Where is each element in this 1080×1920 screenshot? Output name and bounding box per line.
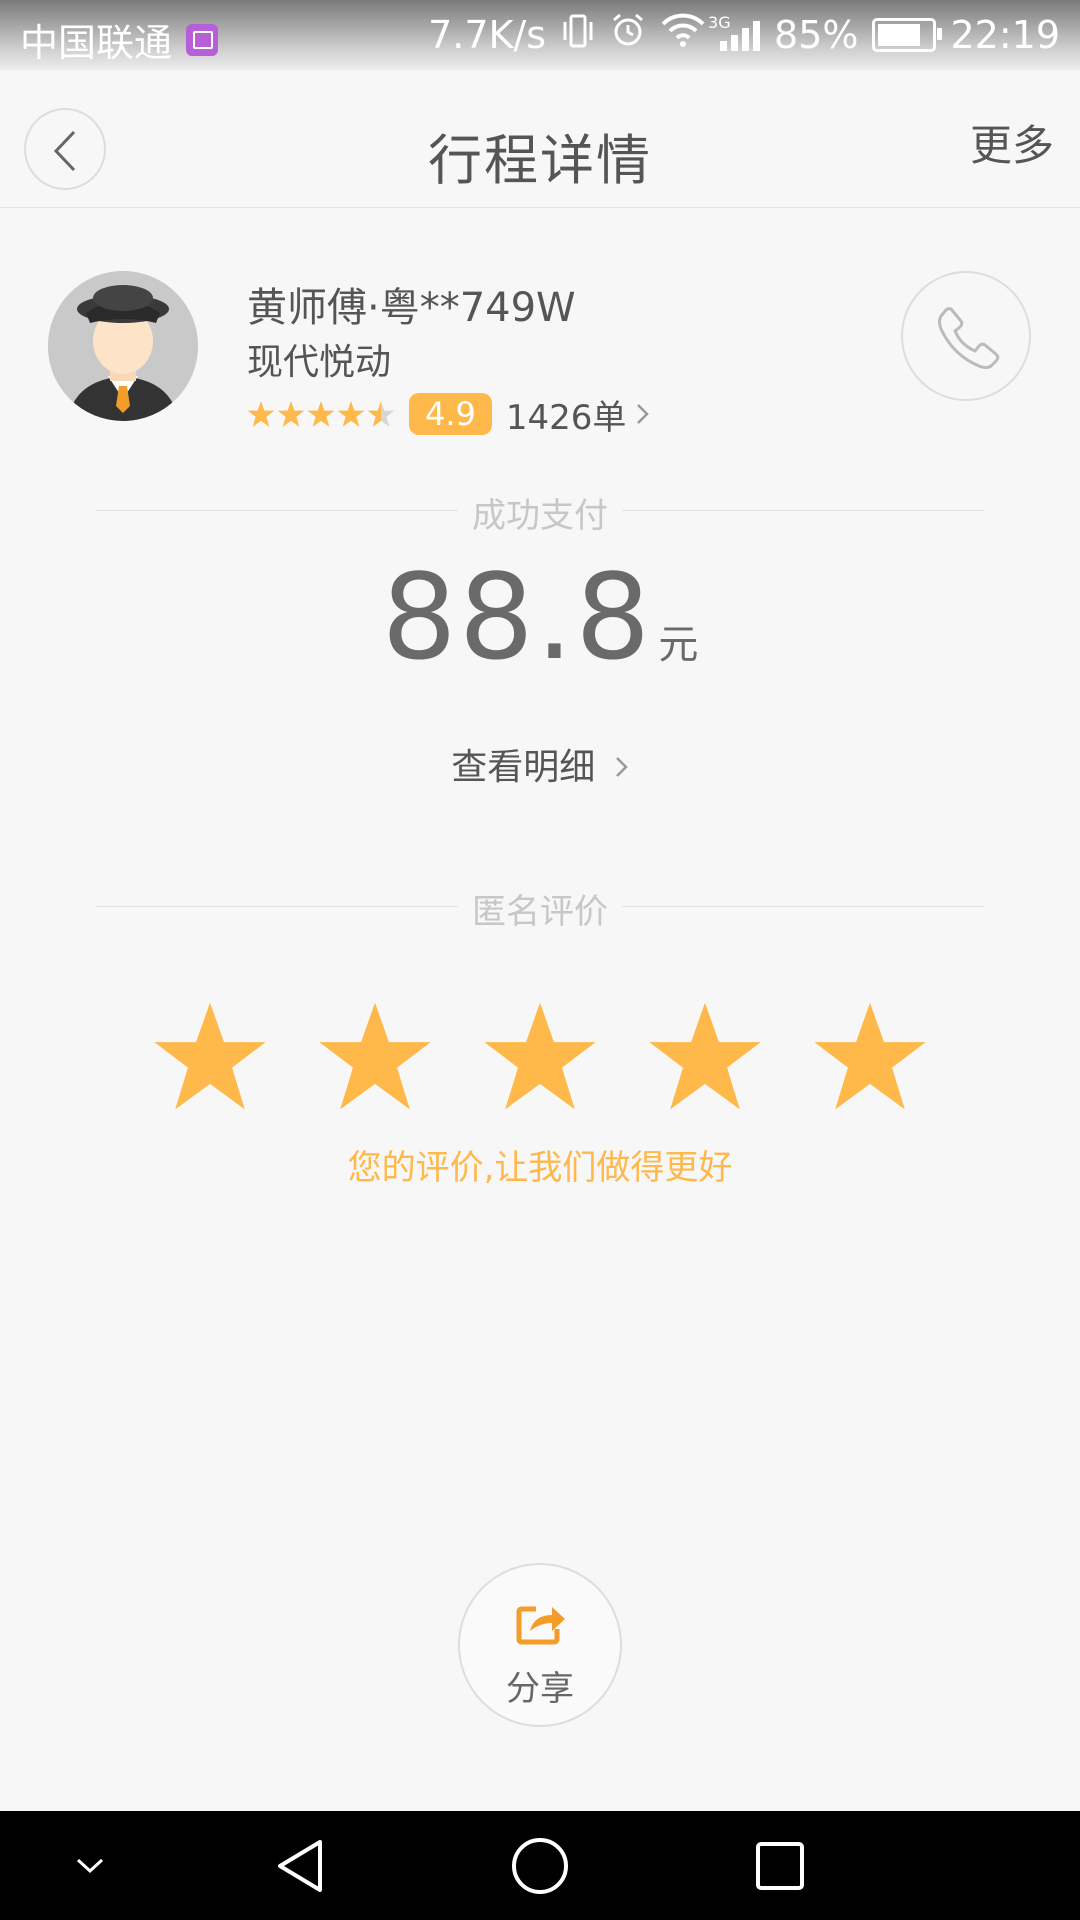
amount-value: 88.8 [381,548,653,686]
review-stars [150,998,930,1114]
review-hint: 您的评价,让我们做得更好 [347,1148,733,1188]
square-recents-icon [756,1841,804,1890]
wifi-icon [660,12,706,57]
small-star-icon [277,401,305,427]
view-details-label: 查看明细 [451,747,596,788]
chevron-down-icon [76,1858,104,1873]
small-star-icon [307,401,335,427]
rating-badge: 4.9 [409,393,492,435]
page-title: 行程详情 [428,129,652,192]
amount-unit: 元 [658,622,699,668]
signal-icon: 3G [708,13,761,51]
small-star-icon [367,401,395,427]
payment-divider: 成功支付 [96,480,984,540]
battery-percent: 85% [774,12,859,57]
review-star-icon[interactable] [810,998,930,1114]
payment-section-label: 成功支付 [458,488,622,537]
chevron-right-icon [615,757,628,777]
review-star-icon[interactable] [480,998,600,1114]
share-icon [516,1606,565,1645]
phone-icon [938,307,1000,369]
share-button[interactable]: 分享 [458,1563,622,1727]
driver-name: 黄师傅·粤**749W [247,285,576,331]
driver-star-rating [247,400,395,428]
driver-rating-row[interactable]: 4.9 1426单 [247,392,650,438]
header-bar: 行程详情 更多 [0,70,1080,208]
network-type: 3G [708,12,731,32]
review-divider: 匿名评价 [96,876,984,936]
review-section-label: 匿名评价 [458,884,622,933]
triangle-back-icon [278,1839,322,1892]
vibrate-icon [560,13,596,57]
network-speed: 7.7K/s [428,12,547,57]
small-star-icon [337,401,365,427]
system-nav-bar [0,1811,1080,1920]
nav-back-button[interactable] [260,1811,340,1920]
review-star-icon[interactable] [645,998,765,1114]
battery-icon [872,17,943,52]
alarm-icon [610,12,646,57]
review-star-icon[interactable] [150,998,270,1114]
clock: 22:19 [950,12,1060,57]
nav-recents-button[interactable] [740,1811,820,1920]
status-bar: 中国联通 7.7K/s 3G 85% 22:19 [0,0,1080,70]
more-button[interactable]: 更多 [970,112,1054,173]
carrier-label: 中国联通 [20,21,173,65]
circle-home-icon [512,1837,568,1894]
share-label: 分享 [506,1669,574,1709]
call-driver-button[interactable] [901,271,1031,401]
payment-amount: 88.8 元 [0,548,1080,686]
nav-home-button[interactable] [500,1811,580,1920]
order-count: 1426单 [505,397,627,438]
car-model: 现代悦动 [247,342,392,383]
review-star-icon[interactable] [315,998,435,1114]
small-star-icon [247,401,275,427]
gallery-notification-icon [186,23,219,56]
view-details-link[interactable]: 查看明细 [0,738,1080,790]
chevron-right-icon [637,404,650,424]
nav-collapse-button[interactable] [60,1811,120,1920]
driver-avatar [48,271,198,421]
